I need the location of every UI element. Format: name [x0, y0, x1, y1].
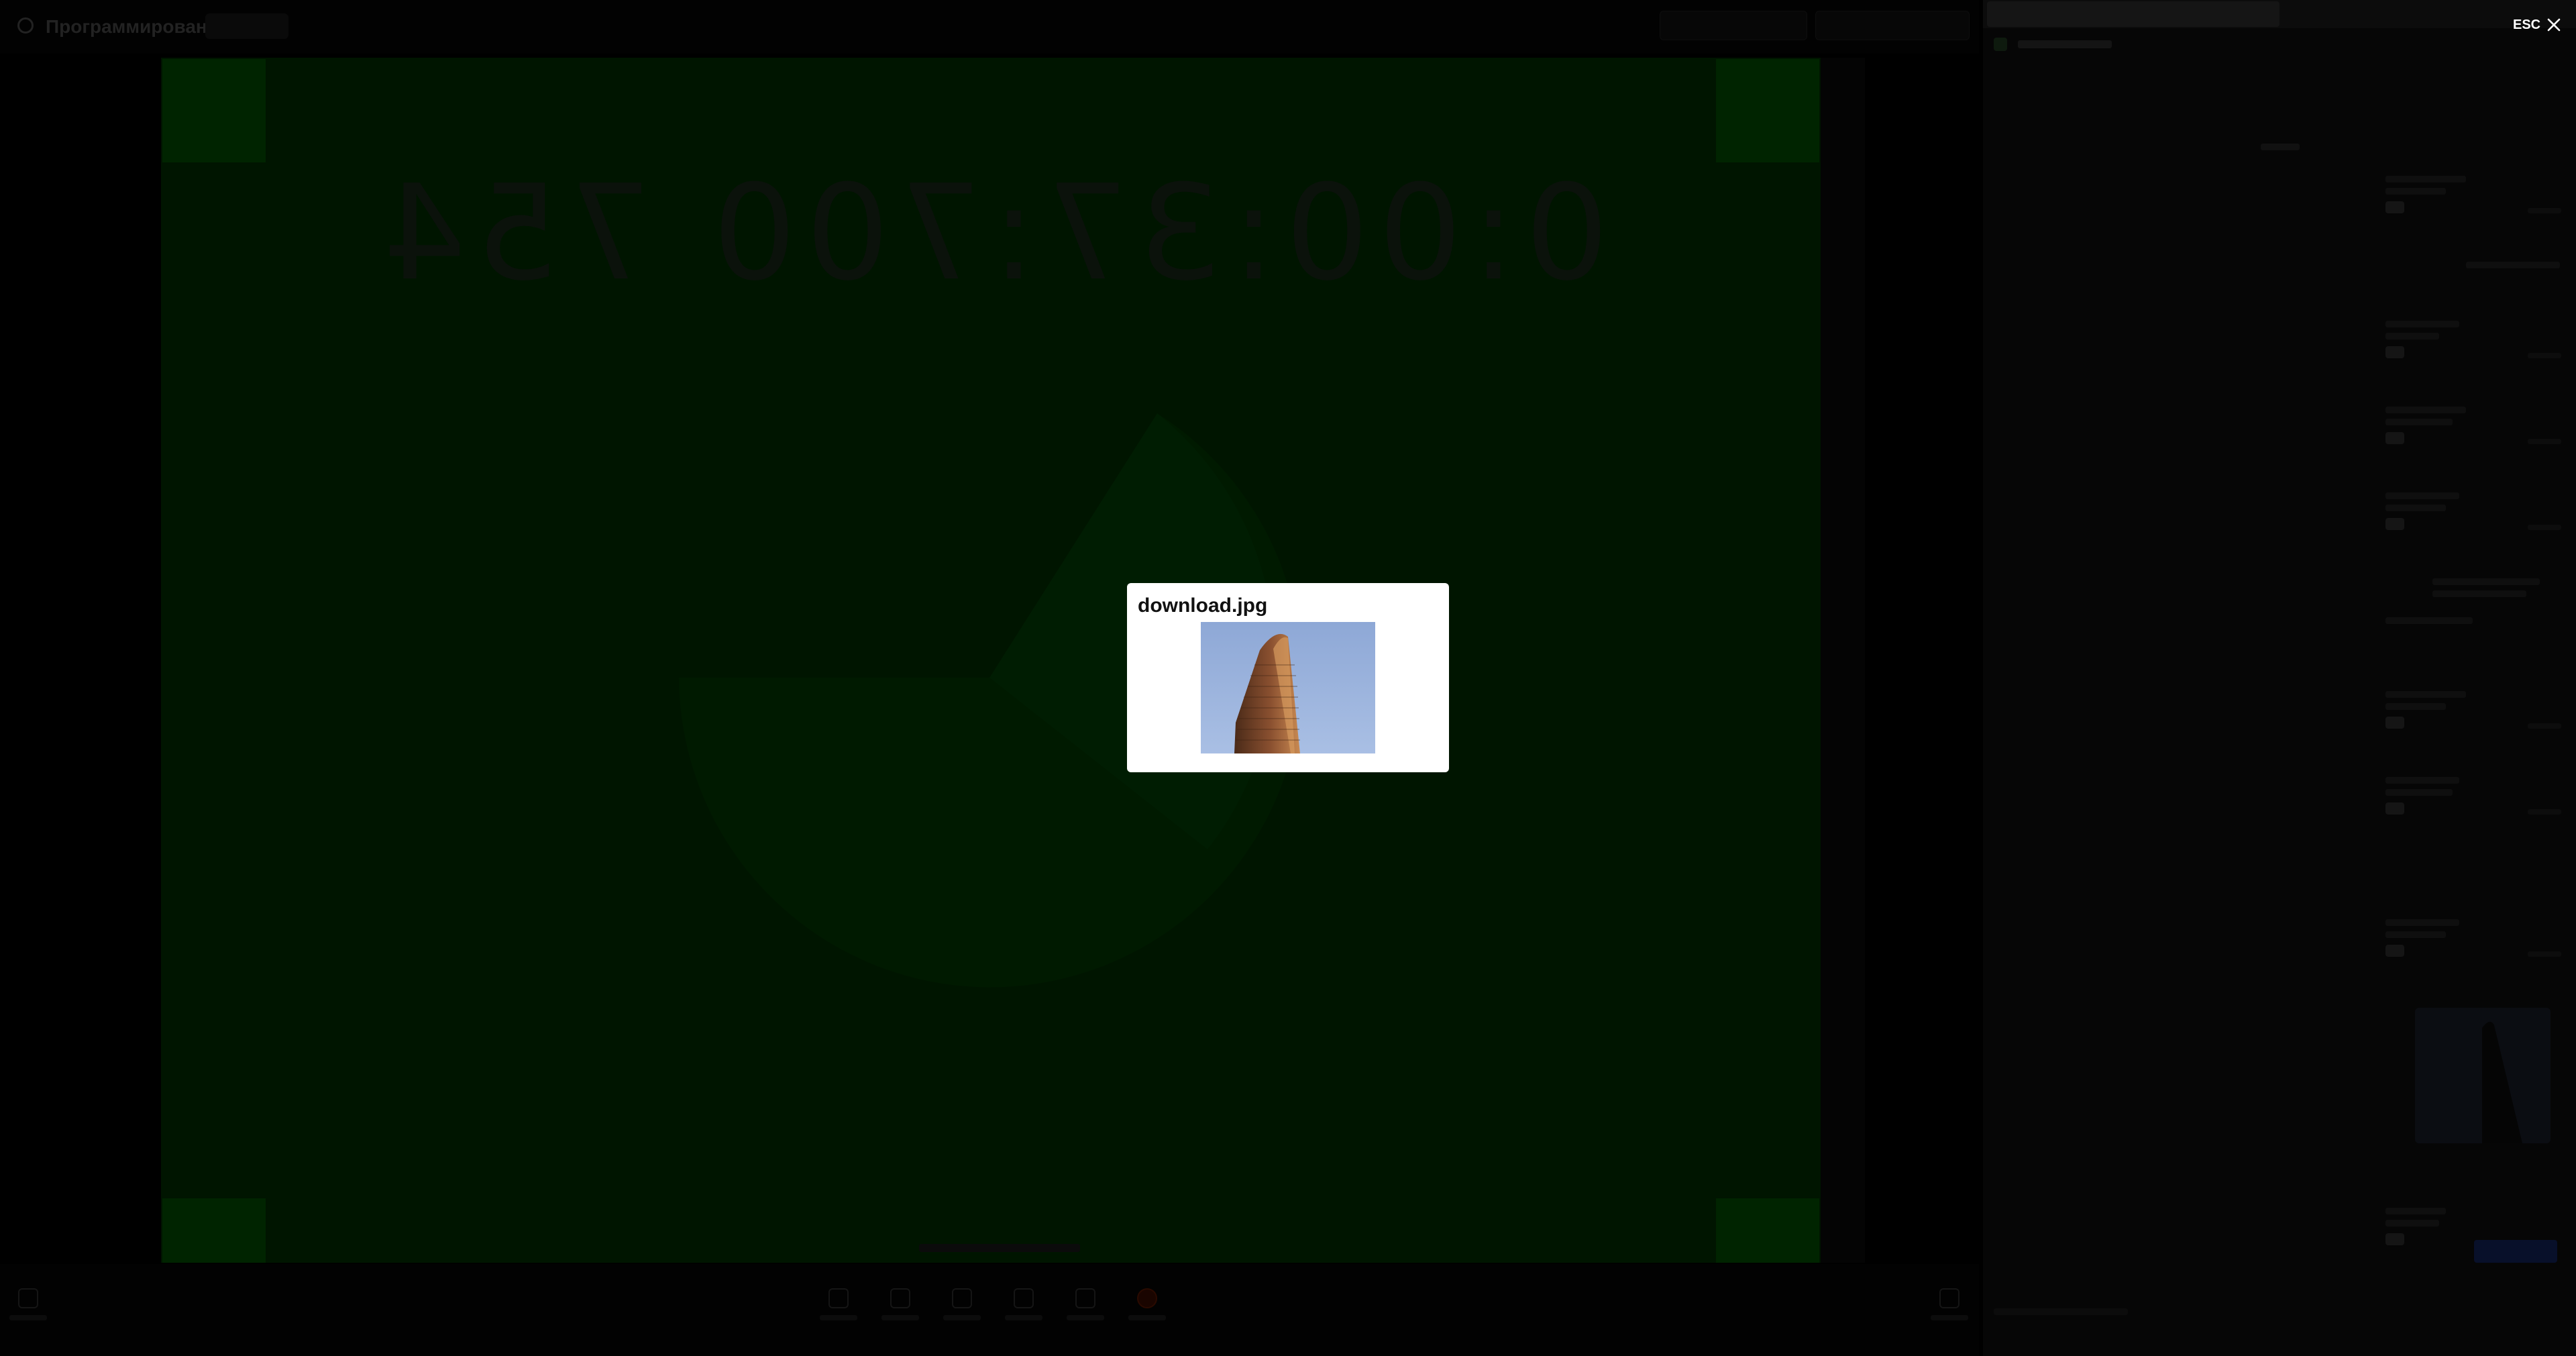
tab-chat[interactable] — [1987, 1, 2279, 27]
participants-button[interactable] — [9, 1288, 47, 1320]
chat-message — [2385, 492, 2561, 530]
screen-button[interactable] — [943, 1288, 981, 1320]
date-divider — [2261, 144, 2300, 150]
chat-message — [2385, 262, 2561, 274]
stage-edge — [1821, 58, 1865, 1263]
building-thumb — [2415, 1008, 2551, 1143]
pie-graphic — [679, 413, 1301, 988]
top-action-button-1[interactable] — [1660, 11, 1807, 40]
panel-header — [1994, 35, 2235, 55]
chat-message — [2385, 321, 2561, 358]
video-stage: 0:00:37:700 754 — [161, 58, 1821, 1263]
send-button[interactable] — [2474, 1240, 2557, 1263]
chat-message — [2385, 176, 2561, 213]
settings-button[interactable] — [1005, 1288, 1042, 1320]
chat-message — [2385, 578, 2561, 629]
status-badge — [205, 13, 288, 39]
chat-message — [2385, 777, 2561, 815]
camera-button[interactable] — [881, 1288, 919, 1320]
record-button[interactable] — [1128, 1288, 1166, 1320]
share-button[interactable] — [820, 1288, 857, 1320]
message-image-thumbnail[interactable] — [2415, 1008, 2551, 1143]
top-action-button-2[interactable] — [1815, 11, 1970, 40]
chat-message — [2385, 691, 2561, 729]
panel-footer — [1994, 1308, 2128, 1315]
chat-toggle-button[interactable] — [1931, 1288, 1968, 1320]
bottom-toolbar — [0, 1264, 1979, 1356]
app-icon[interactable] — [17, 17, 34, 34]
dialog-title: download.jpg — [1138, 594, 1268, 617]
esc-label: ESC — [2513, 17, 2541, 32]
close-icon[interactable] — [2546, 17, 2562, 33]
close-preview-button[interactable]: ESC — [2513, 15, 2562, 35]
image-preview-dialog: download.jpg — [1127, 583, 1449, 772]
chat-message — [2385, 919, 2561, 957]
draw-button[interactable] — [1067, 1288, 1104, 1320]
preview-image — [1201, 622, 1375, 753]
stage-caption — [919, 1244, 1080, 1252]
chat-message — [2385, 407, 2561, 444]
